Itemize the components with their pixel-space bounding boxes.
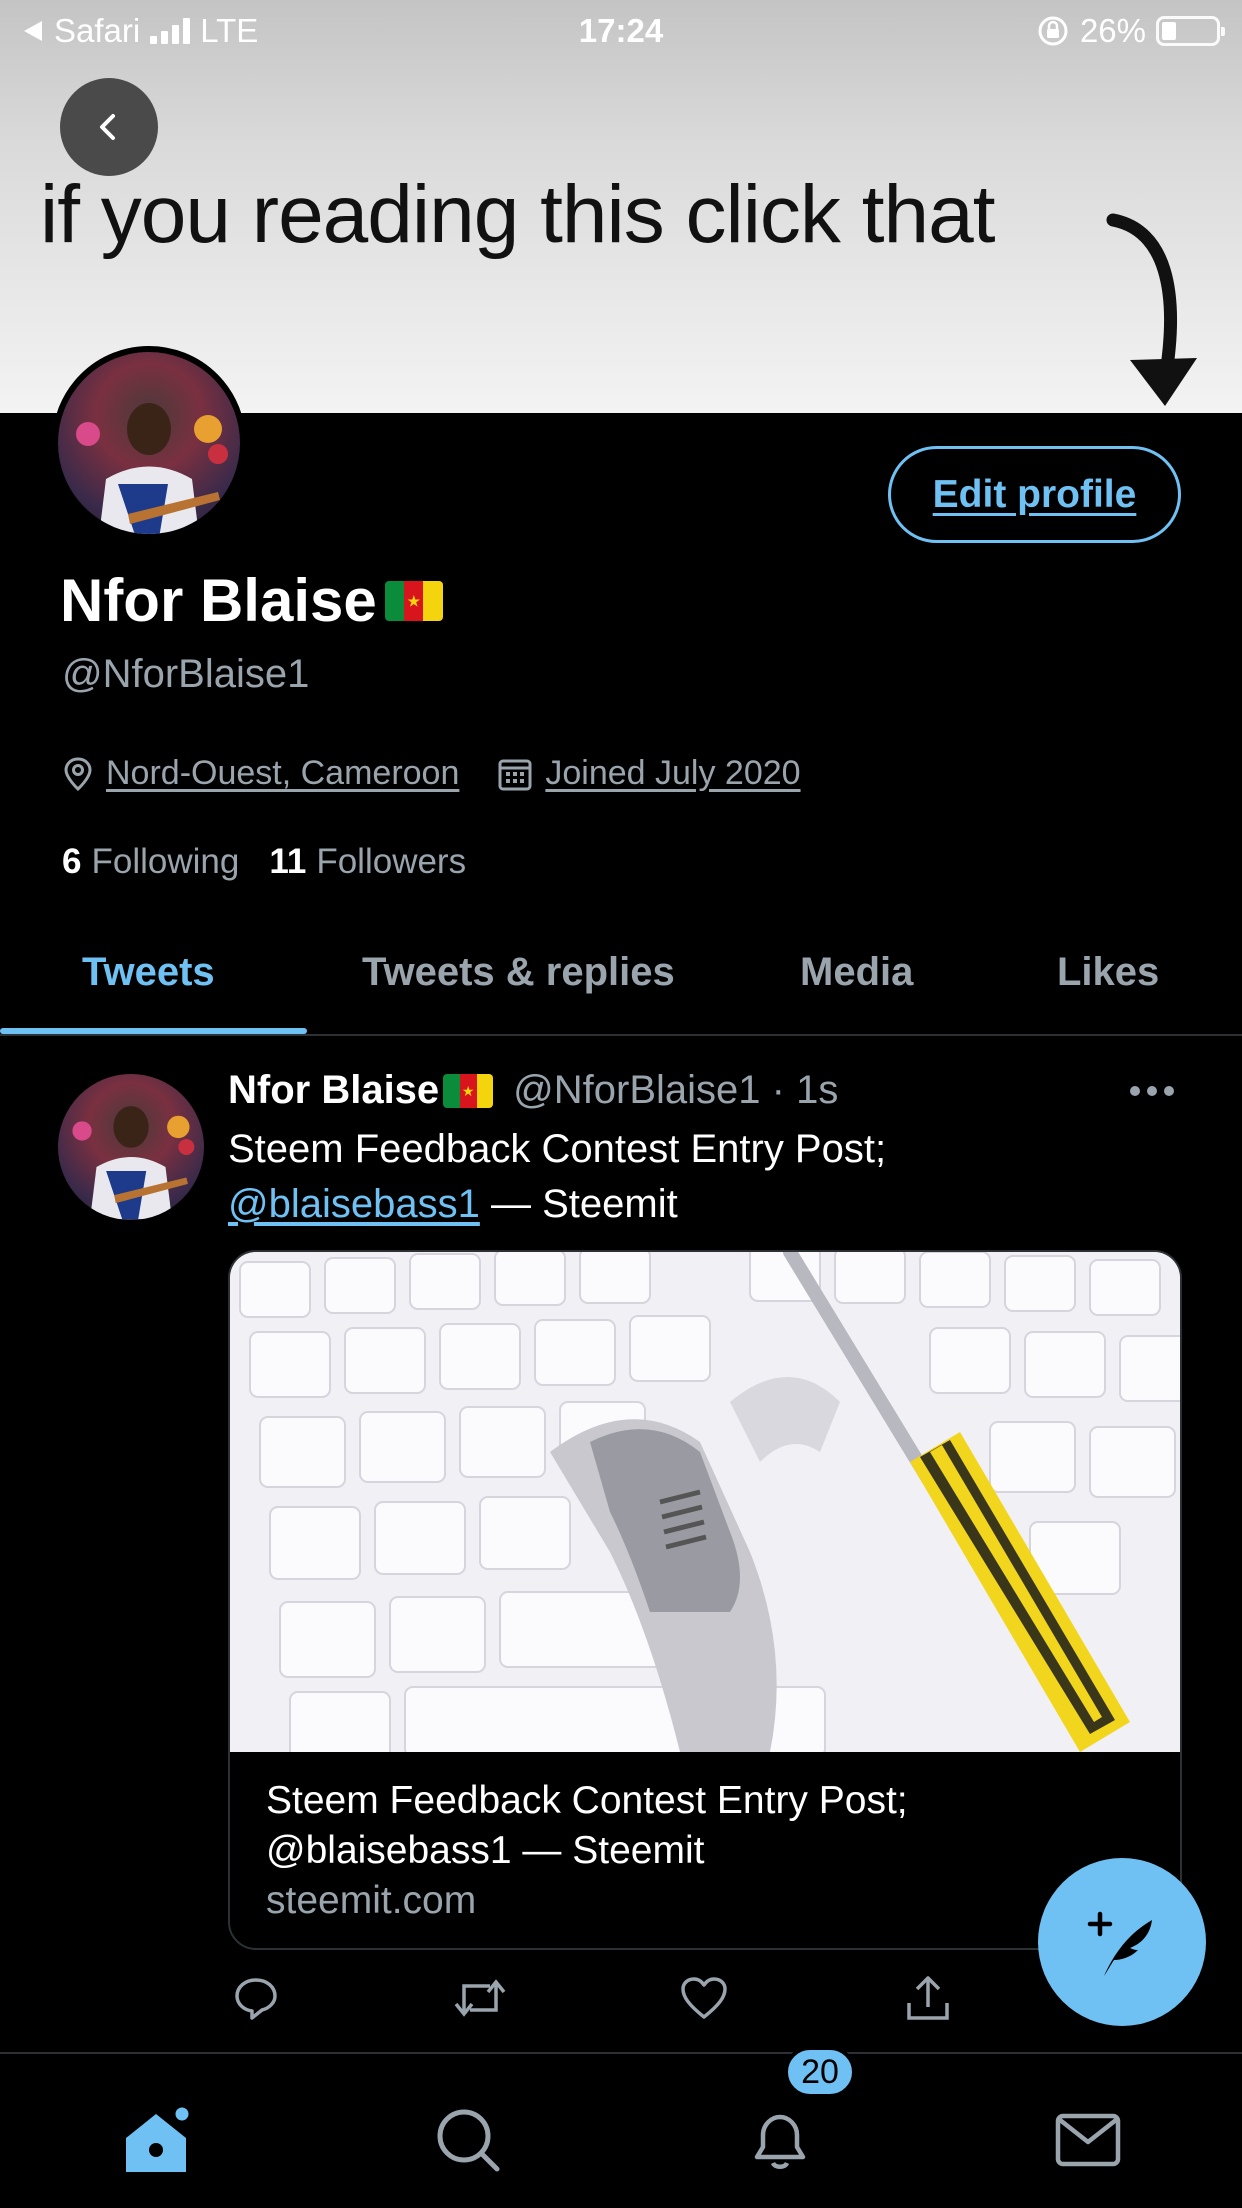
compose-tweet-button[interactable] [1038,1858,1206,2026]
tweet-text: Steem Feedback Contest Entry Post; @blai… [228,1122,886,1232]
share-button[interactable] [900,1970,956,2026]
tweet-text-line1: Steem Feedback Contest Entry Post; [228,1127,887,1171]
profile-meta: Nord-Ouest, Cameroon Joined July 2020 [62,754,839,793]
joined-date[interactable]: Joined July 2020 [545,754,800,793]
card-body: Steem Feedback Contest Entry Post; @blai… [266,1776,908,1926]
notifications-icon [754,2114,806,2169]
home-icon [126,2104,192,2172]
compose-icon [1087,1911,1152,1976]
card-title-line1: Steem Feedback Contest Entry Post; [266,1779,908,1822]
retweet-button[interactable] [452,1970,508,2026]
retweet-icon [454,1979,506,2017]
profile-name: Nfor Blaise [60,566,443,635]
tweet-mention-link[interactable]: @blaisebass1 [228,1182,480,1226]
followers-count: 11 [269,842,307,881]
tweet-divider [0,2052,1242,2054]
like-icon [681,1977,727,2019]
nav-notifications[interactable] [740,2100,820,2180]
bottom-navigation [0,2062,1242,2208]
reply-button[interactable] [228,1970,284,2026]
tweet-avatar-figure [72,1106,195,1220]
profile-tabs: Tweets Tweets & replies Media Likes [0,920,1242,1036]
follow-stats: 6 Following 11 Followers [62,842,466,882]
share-icon [907,1976,949,2020]
following-label: Following [91,842,240,881]
back-button[interactable] [60,78,158,176]
cameroon-flag-icon [443,1073,494,1108]
tweet-actions [228,1970,988,2026]
messages-icon [1055,2113,1121,2167]
reply-icon [235,1978,277,2020]
back-icon [100,114,115,140]
following-count: 6 [62,842,82,881]
card-image [230,1252,1180,1752]
location-icon [64,756,92,791]
profile-avatar[interactable] [52,346,246,540]
tweet-handle-time: @NforBlaise1 · 1s [513,1068,839,1112]
calendar-icon [498,759,532,790]
tweet-author-name[interactable]: Nfor Blaise [228,1068,439,1113]
location-link[interactable]: Nord-Ouest, Cameroon [106,754,459,793]
profile-handle: @NforBlaise1 [62,652,310,696]
nav-home[interactable] [116,2100,196,2180]
status-bar: Safari LTE 17:24 26% [0,0,1242,62]
nav-messages[interactable] [1048,2100,1128,2180]
nav-search[interactable] [428,2100,508,2180]
notifications-badge: 20 [784,2046,856,2098]
tweet-avatar[interactable] [58,1074,204,1220]
avatar-figure [76,403,228,534]
tweet-header: Nfor Blaise @NforBlaise1 · 1s [228,1068,838,1113]
card-domain: steemit.com [266,1879,477,1922]
profile-name-text: Nfor Blaise [60,567,377,634]
search-icon [437,2109,500,2172]
cameroon-flag-icon [384,580,443,621]
following-stat[interactable]: 6 Following [62,842,239,882]
battery-percent: 26% [1079,12,1146,49]
tweet-text-suffix: — Steemit [479,1182,678,1226]
banner-arrow [1106,213,1197,406]
followers-label: Followers [316,842,467,881]
tab-likes[interactable]: Likes [1057,950,1159,995]
followers-stat[interactable]: 11 Followers [269,842,466,882]
edit-profile-button[interactable]: Edit profile [888,446,1181,543]
banner-text: if you reading this click that [40,169,995,260]
link-card[interactable]: Steem Feedback Contest Entry Post; @blai… [228,1250,1182,1950]
active-tab-indicator [0,1028,307,1034]
orientation-lock-icon [1038,16,1068,46]
tab-media[interactable]: Media [800,950,913,995]
tab-tweets-replies[interactable]: Tweets & replies [362,950,675,995]
battery-icon [1156,16,1225,46]
more-icon[interactable] [1130,1086,1174,1096]
card-title-line2: @blaisebass1 — Steemit [266,1829,705,1872]
tab-tweets[interactable]: Tweets [82,950,215,995]
like-button[interactable] [676,1970,732,2026]
